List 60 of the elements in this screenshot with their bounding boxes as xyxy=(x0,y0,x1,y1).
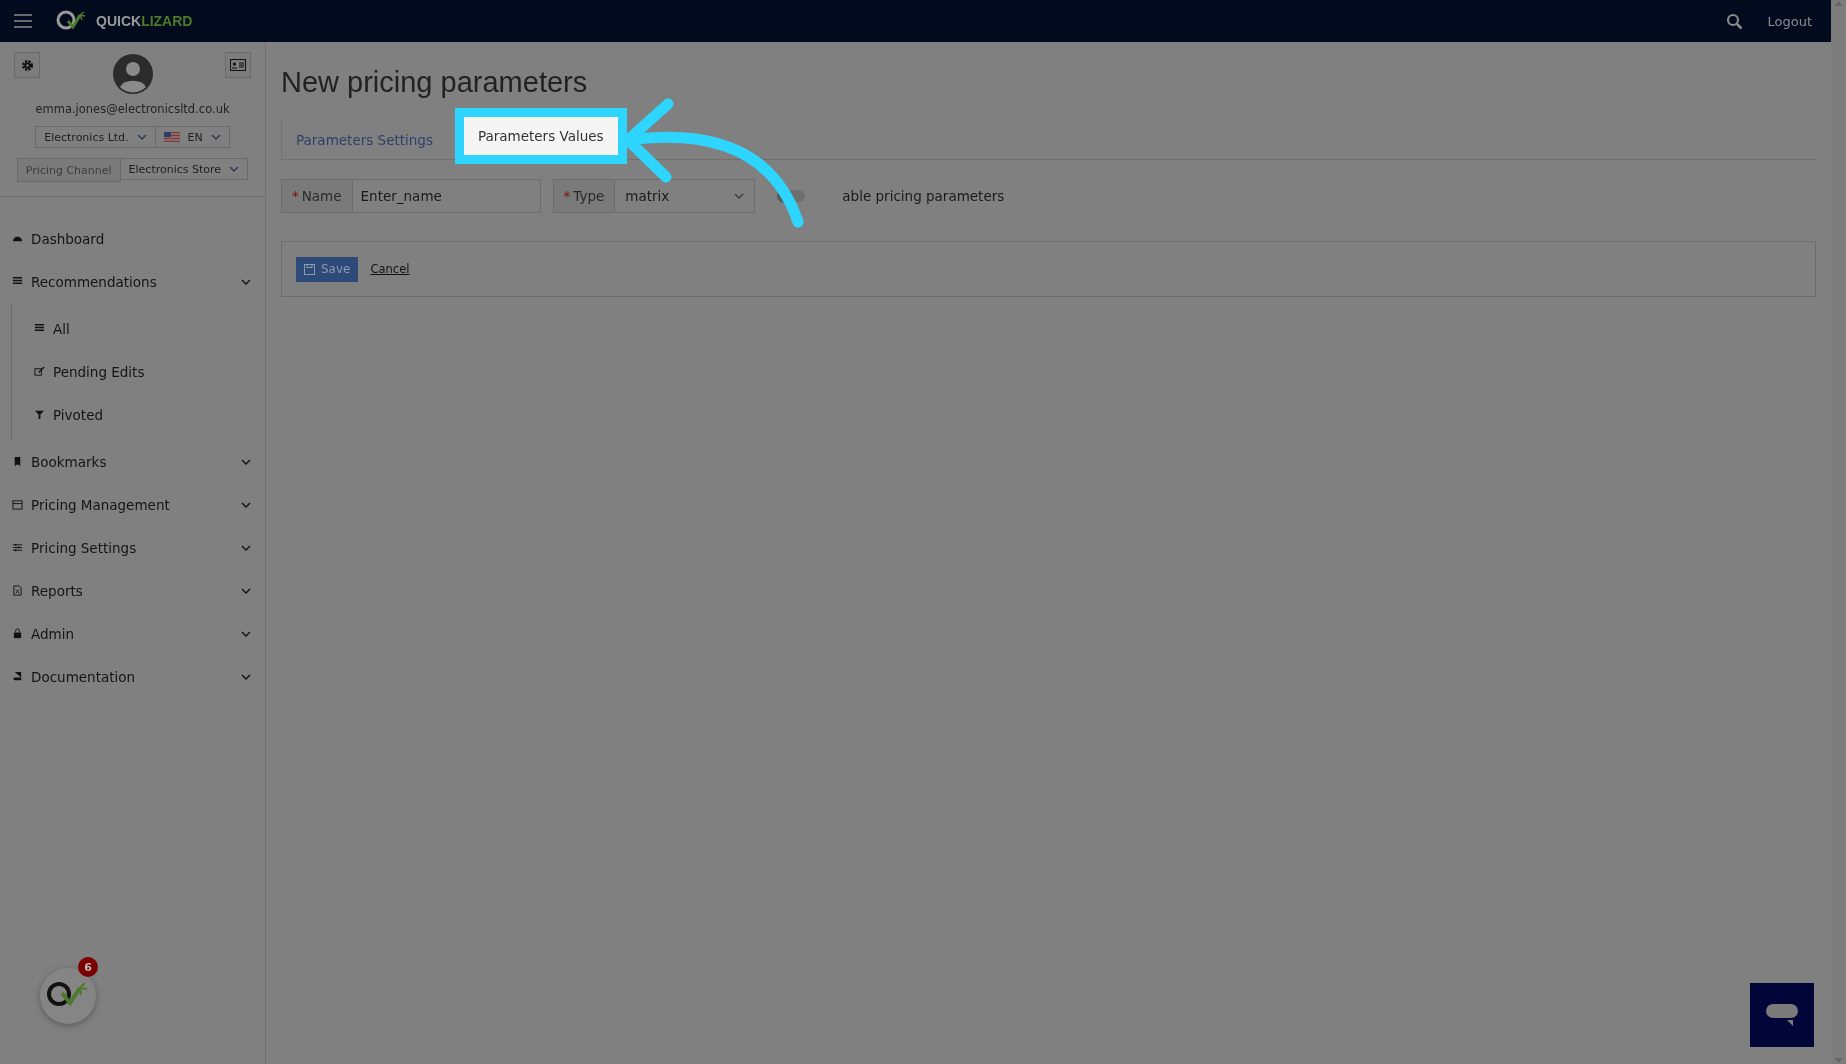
search-icon[interactable] xyxy=(1726,12,1744,30)
menu-item[interactable]: Reports xyxy=(0,569,265,612)
field-label: Pricing Channel xyxy=(16,158,121,182)
submenu-item[interactable]: All xyxy=(12,307,265,350)
company-select[interactable]: Electronics Ltd. xyxy=(35,126,156,148)
id-card-icon xyxy=(230,59,246,71)
field-label: Type xyxy=(573,188,605,204)
menu-icon[interactable] xyxy=(14,14,32,28)
menu-item[interactable]: Admin xyxy=(0,612,265,655)
name-field[interactable]: Enter_name xyxy=(352,179,541,213)
floppy-icon xyxy=(304,263,315,275)
lock-icon xyxy=(12,628,23,639)
logout-link[interactable]: Logout xyxy=(1767,13,1812,29)
required-mark: * xyxy=(292,188,299,204)
page-title: New pricing parameters xyxy=(281,66,589,99)
id-card-button[interactable] xyxy=(225,52,251,78)
submenu-item[interactable]: Pending Edits xyxy=(12,350,265,393)
tab[interactable]: Parameters Settings xyxy=(281,120,447,159)
avatar-icon xyxy=(110,52,155,96)
filter-icon xyxy=(34,409,45,420)
chevron-down-icon xyxy=(241,501,251,508)
document-icon xyxy=(12,585,23,596)
logo-text: QUICKLIZARD xyxy=(96,13,193,29)
bookmark-icon xyxy=(12,456,23,467)
chevron-down-icon xyxy=(241,587,251,594)
user-email: emma.jones@electronicsltd.co.uk xyxy=(35,102,230,116)
field-label: Name xyxy=(301,188,342,204)
list-icon xyxy=(34,323,45,334)
save-button[interactable]: Save xyxy=(296,256,359,282)
edit-icon xyxy=(34,366,45,377)
chevron-down-icon xyxy=(229,166,240,172)
chat-button[interactable] xyxy=(1750,983,1814,1047)
submenu-item[interactable]: Pivoted xyxy=(12,393,265,436)
chevron-down-icon xyxy=(734,193,745,199)
menu-item[interactable]: Pricing Management xyxy=(0,483,265,526)
notification-badge: 6 xyxy=(78,957,98,977)
menu-item[interactable]: Pricing Settings xyxy=(0,526,265,569)
menu-item[interactable]: Documentation xyxy=(0,655,265,698)
settings-button[interactable] xyxy=(14,52,40,78)
chevron-down-icon xyxy=(241,630,251,637)
chevron-down-icon xyxy=(241,278,251,285)
cancel-link[interactable]: Cancel xyxy=(370,262,410,276)
list-icon xyxy=(12,276,23,287)
chevron-down-icon xyxy=(136,134,147,140)
menu-item[interactable]: Recommendations xyxy=(0,260,265,303)
sliders-icon xyxy=(12,542,23,553)
gear-icon xyxy=(20,58,34,72)
calendar-icon xyxy=(12,499,23,510)
menu-item[interactable]: Dashboard xyxy=(0,217,265,260)
chevron-down-icon xyxy=(241,673,251,680)
chevron-down-icon xyxy=(241,458,251,465)
language-select[interactable]: EN xyxy=(155,126,230,148)
chevron-down-icon xyxy=(241,544,251,551)
flag-icon xyxy=(163,132,180,142)
chevron-down-icon xyxy=(210,134,221,140)
type-select[interactable]: matrix xyxy=(615,179,756,213)
menu-item[interactable]: Bookmarks xyxy=(0,440,265,483)
required-mark: * xyxy=(563,188,571,204)
toggle-label: able pricing parameters xyxy=(842,188,1005,204)
channel-select[interactable]: Electronics Store xyxy=(120,158,249,180)
